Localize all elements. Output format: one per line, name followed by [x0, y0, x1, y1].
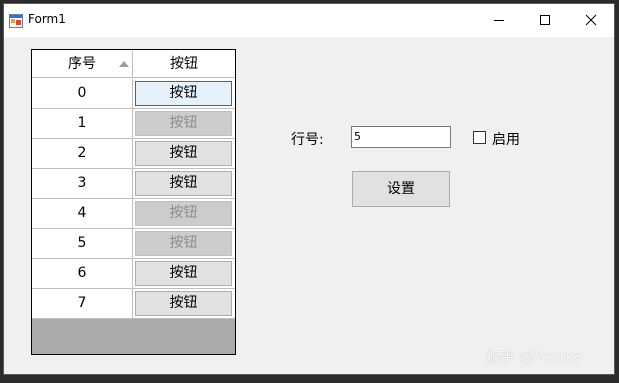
row-button[interactable]: 按钮 — [135, 291, 232, 316]
row-button[interactable]: 按钮 — [135, 231, 232, 256]
row-button-cell: 按钮 — [133, 139, 235, 169]
column-header-index-label: 序号 — [68, 56, 96, 72]
row-button-cell: 按钮 — [133, 289, 235, 319]
set-button[interactable]: 设置 — [352, 171, 450, 207]
row-button[interactable]: 按钮 — [135, 81, 232, 106]
form-app-icon — [9, 13, 23, 28]
table-row: 4 按钮 — [32, 199, 235, 229]
close-icon — [585, 14, 597, 26]
column-header-index[interactable]: 序号 — [32, 50, 133, 78]
row-button[interactable]: 按钮 — [135, 111, 232, 136]
column-header-button-label: 按钮 — [170, 56, 198, 72]
minimize-icon — [494, 20, 504, 21]
row-button[interactable]: 按钮 — [135, 141, 232, 166]
column-header-button[interactable]: 按钮 — [133, 50, 235, 78]
row-button[interactable]: 按钮 — [135, 201, 232, 226]
row-button-cell: 按钮 — [133, 109, 235, 139]
watermark: 知乎 @YxHxY — [485, 348, 583, 366]
main-window: Form1 序号 按钮 0 按钮 1 按钮 2 按钮 3 按钮 4 按钮 5 按… — [3, 3, 615, 375]
row-index-cell[interactable]: 7 — [32, 289, 133, 319]
checkbox-icon[interactable] — [473, 131, 486, 144]
table-row: 3 按钮 — [32, 169, 235, 199]
row-button[interactable]: 按钮 — [135, 171, 232, 196]
row-index-cell[interactable]: 1 — [32, 109, 133, 139]
row-button-cell: 按钮 — [133, 229, 235, 259]
row-number-input[interactable]: 5 — [351, 126, 451, 148]
maximize-button[interactable] — [522, 4, 568, 37]
row-index-cell[interactable]: 2 — [32, 139, 133, 169]
row-button-cell: 按钮 — [133, 199, 235, 229]
maximize-icon — [540, 15, 550, 25]
row-index-cell[interactable]: 6 — [32, 259, 133, 289]
row-button[interactable]: 按钮 — [135, 261, 232, 286]
row-index-cell[interactable]: 0 — [32, 79, 133, 109]
grid-header: 序号 按钮 — [32, 50, 235, 79]
row-button-cell: 按钮 — [133, 259, 235, 289]
data-grid[interactable]: 序号 按钮 0 按钮 1 按钮 2 按钮 3 按钮 4 按钮 5 按钮 6 按钮… — [31, 49, 236, 355]
window-title: Form1 — [28, 12, 66, 26]
table-row: 1 按钮 — [32, 109, 235, 139]
minimize-button[interactable] — [476, 4, 522, 37]
table-row: 0 按钮 — [32, 79, 235, 109]
close-button[interactable] — [568, 4, 614, 37]
sort-ascending-icon — [119, 61, 129, 67]
table-row: 6 按钮 — [32, 259, 235, 289]
table-row: 5 按钮 — [32, 229, 235, 259]
table-row: 7 按钮 — [32, 289, 235, 319]
row-index-cell[interactable]: 3 — [32, 169, 133, 199]
row-index-cell[interactable]: 4 — [32, 199, 133, 229]
title-bar: Form1 — [4, 4, 614, 37]
row-number-label: 行号: — [291, 132, 324, 148]
enable-checkbox-label: 启用 — [492, 132, 520, 148]
table-row: 2 按钮 — [32, 139, 235, 169]
row-index-cell[interactable]: 5 — [32, 229, 133, 259]
row-button-cell: 按钮 — [133, 79, 235, 109]
row-button-cell: 按钮 — [133, 169, 235, 199]
